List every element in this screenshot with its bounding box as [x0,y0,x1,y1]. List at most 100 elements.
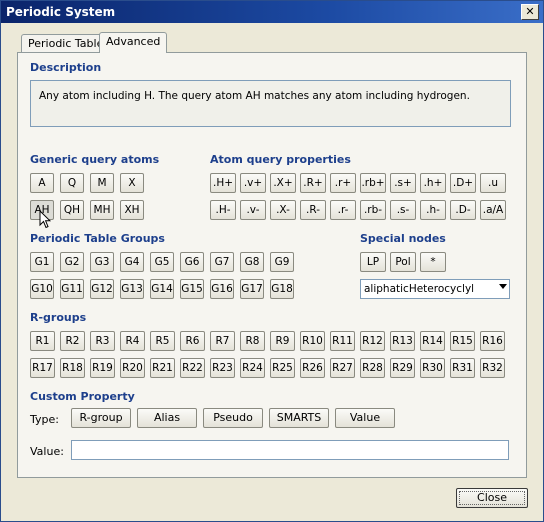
prop-h-button[interactable]: .H- [210,200,236,220]
group-g9-button[interactable]: G9 [270,252,294,272]
window-close-button[interactable]: ✕ [521,4,539,20]
atom-mh-button[interactable]: MH [90,200,114,220]
type-smarts-button[interactable]: SMARTS [269,408,329,428]
prop-s-button[interactable]: .s+ [390,173,416,193]
rgroup-r26-button[interactable]: R26 [300,358,325,378]
special-node-select[interactable]: aliphaticHeterocyclyl [360,279,510,299]
group-g4-button[interactable]: G4 [120,252,144,272]
type-r-group-button[interactable]: R-group [71,408,131,428]
rgroup-r1-button[interactable]: R1 [30,331,55,351]
prop-x-button[interactable]: .X+ [270,173,296,193]
rgroup-r15-button[interactable]: R15 [450,331,475,351]
group-g11-button[interactable]: G11 [60,279,84,299]
group-g15-button[interactable]: G15 [180,279,204,299]
rgroup-r18-button[interactable]: R18 [60,358,85,378]
rgroup-r16-button[interactable]: R16 [480,331,505,351]
value-input[interactable] [71,440,509,460]
atom-qh-button[interactable]: QH [60,200,84,220]
atom-a-button[interactable]: A [30,173,54,193]
rgroup-r29-button[interactable]: R29 [390,358,415,378]
atom-m-button[interactable]: M [90,173,114,193]
group-g3-button[interactable]: G3 [90,252,114,272]
rgroup-r2-button[interactable]: R2 [60,331,85,351]
group-g5-button[interactable]: G5 [150,252,174,272]
prop-a-a-button[interactable]: .a/A [480,200,506,220]
rgroup-r6-button[interactable]: R6 [180,331,205,351]
rgroup-r24-button[interactable]: R24 [240,358,265,378]
rgroup-r12-button[interactable]: R12 [360,331,385,351]
rgroup-r17-button[interactable]: R17 [30,358,55,378]
tab-periodic-table[interactable]: Periodic Table [21,34,111,53]
prop-s-button[interactable]: .s- [390,200,416,220]
rgroup-r3-button[interactable]: R3 [90,331,115,351]
prop-r-button[interactable]: .r+ [330,173,356,193]
rgroup-r19-button[interactable]: R19 [90,358,115,378]
prop-v-button[interactable]: .v- [240,200,266,220]
tab-advanced[interactable]: Advanced [99,32,168,53]
rgroup-r30-button[interactable]: R30 [420,358,445,378]
prop-r-button[interactable]: .R+ [300,173,326,193]
chevron-down-icon [499,284,507,289]
prop-h-button[interactable]: .h- [420,200,446,220]
title-bar[interactable]: Periodic System ✕ [1,1,543,23]
group-g14-button[interactable]: G14 [150,279,174,299]
periodic-system-dialog: Periodic System ✕ Periodic Table Advance… [0,0,544,522]
rgroup-r23-button[interactable]: R23 [210,358,235,378]
group-g7-button[interactable]: G7 [210,252,234,272]
prop-v-button[interactable]: .v+ [240,173,266,193]
special-lp-button[interactable]: LP [360,252,386,272]
special-star-button[interactable]: * [420,252,446,272]
prop-r-button[interactable]: .R- [300,200,326,220]
group-g13-button[interactable]: G13 [120,279,144,299]
prop-u-button[interactable]: .u [480,173,506,193]
rgroup-r7-button[interactable]: R7 [210,331,235,351]
type-alias-button[interactable]: Alias [137,408,197,428]
atom-q-button[interactable]: Q [60,173,84,193]
type-value-button[interactable]: Value [335,408,395,428]
atom-query-properties-heading: Atom query properties [210,153,351,166]
rgroup-r9-button[interactable]: R9 [270,331,295,351]
group-g16-button[interactable]: G16 [210,279,234,299]
prop-d-button[interactable]: .D- [450,200,476,220]
rgroup-r11-button[interactable]: R11 [330,331,355,351]
rgroup-r27-button[interactable]: R27 [330,358,355,378]
group-g12-button[interactable]: G12 [90,279,114,299]
type-pseudo-button[interactable]: Pseudo [203,408,263,428]
group-g8-button[interactable]: G8 [240,252,264,272]
rgroup-r14-button[interactable]: R14 [420,331,445,351]
prop-r-button[interactable]: .r- [330,200,356,220]
r-groups-heading: R-groups [30,311,87,324]
special-node-select-value: aliphaticHeterocyclyl [364,283,475,295]
prop-rb-button[interactable]: .rb+ [360,173,386,193]
atom-xh-button[interactable]: XH [120,200,144,220]
rgroup-r4-button[interactable]: R4 [120,331,145,351]
group-g17-button[interactable]: G17 [240,279,264,299]
group-g1-button[interactable]: G1 [30,252,54,272]
value-label: Value: [30,445,64,458]
prop-x-button[interactable]: .X- [270,200,296,220]
group-g2-button[interactable]: G2 [60,252,84,272]
prop-d-button[interactable]: .D+ [450,173,476,193]
prop-h-button[interactable]: .H+ [210,173,236,193]
rgroup-r8-button[interactable]: R8 [240,331,265,351]
group-g6-button[interactable]: G6 [180,252,204,272]
prop-h-button[interactable]: .h+ [420,173,446,193]
group-g18-button[interactable]: G18 [270,279,294,299]
close-button[interactable]: Close [456,488,528,508]
atom-x-button[interactable]: X [120,173,144,193]
rgroup-r10-button[interactable]: R10 [300,331,325,351]
mouse-cursor-icon [39,210,51,229]
rgroup-r20-button[interactable]: R20 [120,358,145,378]
rgroup-r32-button[interactable]: R32 [480,358,505,378]
prop-rb-button[interactable]: .rb- [360,200,386,220]
special-pol-button[interactable]: Pol [390,252,416,272]
rgroup-r22-button[interactable]: R22 [180,358,205,378]
group-g10-button[interactable]: G10 [30,279,54,299]
special-nodes-heading: Special nodes [360,232,446,245]
rgroup-r25-button[interactable]: R25 [270,358,295,378]
rgroup-r31-button[interactable]: R31 [450,358,475,378]
rgroup-r5-button[interactable]: R5 [150,331,175,351]
rgroup-r21-button[interactable]: R21 [150,358,175,378]
rgroup-r28-button[interactable]: R28 [360,358,385,378]
rgroup-r13-button[interactable]: R13 [390,331,415,351]
